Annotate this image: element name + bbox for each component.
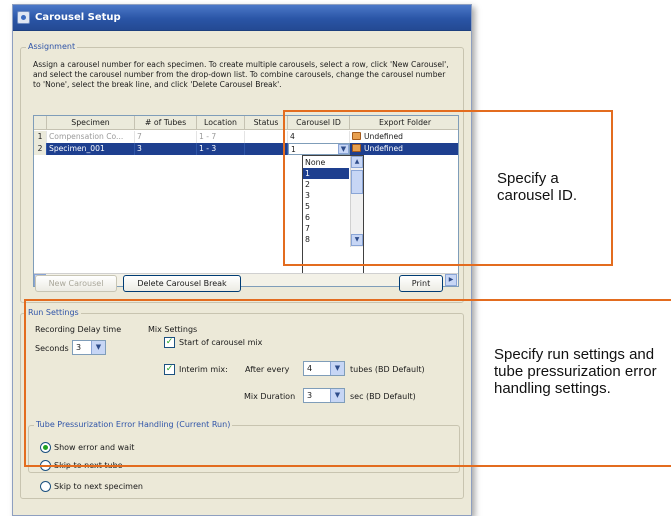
row-index: 1 (34, 131, 47, 143)
col-location[interactable]: Location (197, 116, 245, 130)
scroll-right-icon[interactable]: ▶ (445, 274, 457, 286)
row-index: 2 (34, 143, 47, 155)
run-settings-callout-text: Specify run settings and tube pressuriza… (494, 346, 657, 397)
tubes-cell: 3 (135, 143, 197, 155)
status-cell (245, 131, 288, 143)
col-tubes[interactable]: # of Tubes (135, 116, 197, 130)
status-cell (245, 143, 288, 155)
col-index[interactable] (34, 116, 47, 130)
new-carousel-button[interactable]: New Carousel (35, 275, 117, 292)
skip-specimen-label: Skip to next specimen (54, 482, 143, 491)
col-status[interactable]: Status (245, 116, 288, 130)
print-button[interactable]: Print (399, 275, 443, 292)
assignment-instructions: Assign a carousel number for each specim… (33, 60, 449, 89)
location-cell: 1 - 7 (197, 131, 245, 143)
tubes-cell: 7 (135, 131, 197, 143)
carousel-icon (17, 11, 30, 24)
col-specimen[interactable]: Specimen (47, 116, 135, 130)
carousel-id-callout-text: Specify a carousel ID. (497, 170, 578, 204)
assignment-legend: Assignment (26, 42, 78, 51)
title-bar[interactable]: Carousel Setup (13, 5, 471, 31)
specimen-cell[interactable]: Compensation Co... (47, 131, 135, 143)
skip-specimen-radio[interactable] (40, 481, 51, 492)
location-cell: 1 - 3 (197, 143, 245, 155)
specimen-cell[interactable]: Specimen_001 (47, 143, 135, 155)
delete-carousel-break-button[interactable]: Delete Carousel Break (123, 275, 241, 292)
window-title: Carousel Setup (35, 12, 121, 23)
